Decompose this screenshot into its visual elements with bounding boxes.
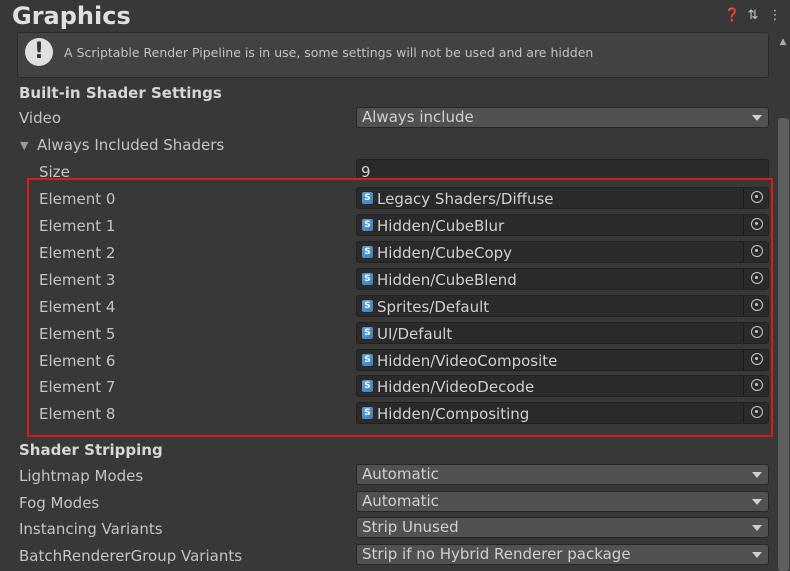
scroll-up-arrow-icon[interactable]: ▲ [776,36,790,48]
lightmap-modes-dropdown[interactable]: Automatic [356,464,769,485]
batchrenderergroup-variants-label: BatchRendererGroup Variants [19,547,243,565]
help-box: ! A Scriptable Render Pipeline is in use… [17,32,769,78]
video-dropdown-value: Always include [362,108,474,126]
help-icon[interactable]: ❓ [724,8,740,24]
instancing-variants-dropdown[interactable]: Strip Unused [356,517,769,538]
section-header-builtin-shader-settings: Built-in Shader Settings [19,84,222,102]
always-included-shaders-foldout[interactable]: Always Included Shaders [37,136,224,154]
highlight-box [27,178,773,437]
instancing-variants-label: Instancing Variants [19,520,163,538]
chevron-down-icon [752,525,762,531]
video-dropdown[interactable]: Always include [356,107,769,128]
dropdown-value: Automatic [362,492,439,510]
scrollbar-thumb[interactable] [778,118,789,571]
lightmap-modes-label: Lightmap Modes [19,467,144,485]
warning-icon: ! [25,38,53,66]
section-header-shader-stripping: Shader Stripping [19,441,163,459]
page-title: Graphics [12,2,131,30]
presets-icon[interactable]: ⇅ [746,8,760,24]
fog-modes-dropdown[interactable]: Automatic [356,491,769,512]
chevron-down-icon [752,552,762,558]
dropdown-value: Strip if no Hybrid Renderer package [362,545,631,563]
chevron-down-icon [752,115,762,121]
fog-modes-label: Fog Modes [19,494,100,512]
chevron-down-icon [752,499,762,505]
dropdown-value: Strip Unused [362,518,459,536]
foldout-arrow-icon[interactable]: ▼ [20,139,28,152]
size-field-value: 9 [361,163,371,179]
size-field[interactable]: 9 [356,159,769,179]
help-box-text: A Scriptable Render Pipeline is in use, … [64,45,594,60]
chevron-down-icon [752,472,762,478]
dropdown-value: Automatic [362,465,439,483]
more-menu-icon[interactable]: ⋮ [768,8,782,24]
video-label: Video [19,109,62,127]
batchrenderergroup-variants-dropdown[interactable]: Strip if no Hybrid Renderer package [356,544,769,565]
